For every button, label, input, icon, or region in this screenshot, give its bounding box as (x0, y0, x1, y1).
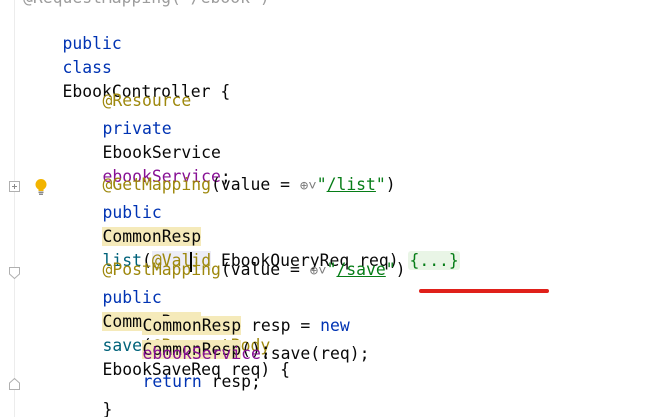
fold-start-icon[interactable] (9, 267, 20, 279)
editor-gutter[interactable] (0, 0, 14, 417)
save-call-rest: .save(req); (260, 344, 370, 363)
globe-icon[interactable]: ⊕˅ (310, 263, 327, 279)
code-line-field-declaration[interactable]: private EbookService ebookService; (63, 93, 230, 186)
gutter-divider (14, 0, 15, 417)
code-line-save-call[interactable]: ebookService.save(req); (103, 318, 369, 363)
keyword-return: return (142, 372, 202, 391)
code-line-save-method[interactable]: public CommonResp save(@RequestBody Eboo… (63, 262, 290, 379)
code-line-get-mapping[interactable]: @GetMapping(value = ⊕˅"/list") (63, 149, 395, 194)
post-mapping-close: ) (395, 260, 406, 279)
keyword-public: public (102, 203, 162, 222)
close-brace: } (102, 400, 113, 417)
return-rest: resp; (201, 372, 261, 391)
post-path-quote-close: " (385, 260, 396, 279)
code-line-class-declaration[interactable]: public class EbookController { (23, 8, 230, 101)
fold-end-icon[interactable] (9, 378, 20, 390)
code-line-return[interactable]: return resp; (103, 346, 260, 391)
code-line-post-mapping[interactable]: @PostMapping(value = ⊕˅"/save") (63, 234, 405, 279)
folded-method-body[interactable]: {...} (408, 251, 460, 270)
keyword-private: private (102, 119, 172, 138)
lightbulb-icon[interactable] (34, 178, 48, 196)
post-path-quote-open: " (326, 260, 337, 279)
fold-toggle-icon[interactable] (9, 181, 20, 192)
code-line-resp-declaration[interactable]: CommonResp resp = new CommonResp(); (103, 290, 350, 359)
code-line-list-method[interactable]: public CommonResp list(@Valid EbookQuery… (63, 177, 460, 272)
keyword-public: public (62, 34, 122, 53)
code-line-resource-annotation[interactable]: @Resource (63, 65, 191, 110)
post-path-link[interactable]: /save (336, 260, 385, 279)
code-editor[interactable]: @RequestMapping("/ebook") public class E… (0, 0, 650, 417)
code-line-close-brace[interactable]: } (63, 374, 112, 417)
error-underline (419, 289, 549, 293)
